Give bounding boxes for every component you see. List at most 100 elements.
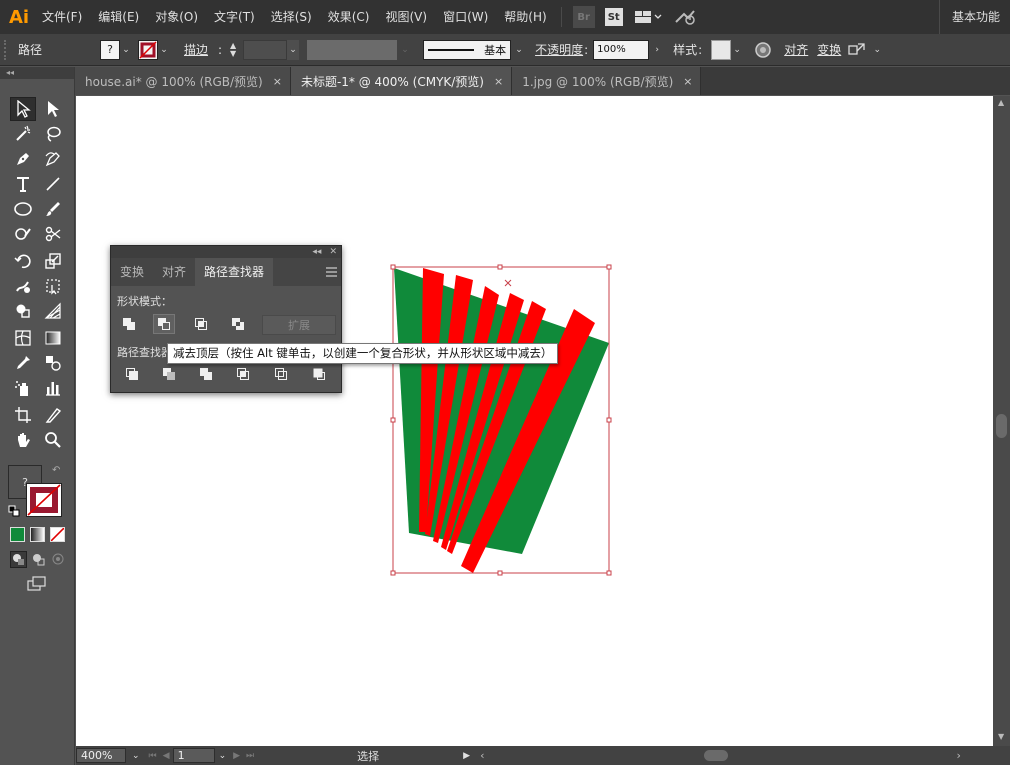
control-bar-grip[interactable] [4, 39, 10, 60]
rotate-tool-icon[interactable] [10, 249, 36, 273]
stroke-weight-dropdown-icon[interactable]: ⌄ [287, 39, 300, 60]
shaper-tool-icon[interactable] [10, 222, 36, 246]
panel-close-icon[interactable]: ✕ [329, 247, 337, 257]
column-graph-tool-icon[interactable] [40, 376, 66, 400]
shape-builder-tool-icon[interactable] [10, 299, 36, 323]
artwork[interactable] [76, 96, 993, 746]
divide-icon[interactable] [121, 364, 143, 384]
menu-select[interactable]: 选择(S) [263, 0, 320, 34]
isolate-object-icon[interactable] [848, 39, 866, 61]
menu-file[interactable]: 文件(F) [34, 0, 90, 34]
artboard-canvas[interactable] [76, 96, 993, 746]
tab-1-jpg[interactable]: 1.jpg @ 100% (RGB/预览) × [512, 67, 702, 95]
blend-tool-icon[interactable] [40, 351, 66, 375]
menu-window[interactable]: 窗口(W) [435, 0, 496, 34]
panel-menu-icon[interactable] [326, 266, 337, 277]
transform-link[interactable]: 变换 [817, 41, 841, 58]
zoom-tool-icon[interactable] [40, 428, 66, 452]
scissors-tool-icon[interactable] [40, 222, 66, 246]
tab-pathfinder[interactable]: 路径查找器 [195, 258, 274, 286]
draw-inside-icon[interactable] [51, 552, 66, 570]
mesh-tool-icon[interactable] [10, 326, 36, 350]
gpu-performance-icon[interactable] [673, 6, 699, 28]
vertical-scrollbar[interactable]: ▲ ▼ [993, 96, 1010, 746]
brush-dropdown-icon[interactable]: ⌄ [513, 45, 525, 55]
symbol-sprayer-tool-icon[interactable] [10, 376, 36, 400]
vertical-scroll-thumb[interactable] [996, 414, 1007, 438]
stroke-weight-input[interactable] [243, 39, 288, 60]
menu-type[interactable]: 文字(T) [206, 0, 263, 34]
ellipse-tool-icon[interactable] [10, 197, 36, 221]
panel-header[interactable]: ◂◂ ✕ [111, 246, 341, 258]
zoom-dropdown-icon[interactable]: ⌄ [132, 751, 140, 761]
close-icon[interactable]: × [683, 75, 692, 88]
warp-tool-icon[interactable] [10, 274, 36, 298]
artboard-number-field[interactable]: 1 [172, 748, 215, 763]
free-transform-tool-icon[interactable] [40, 274, 66, 298]
line-segment-tool-icon[interactable] [40, 172, 66, 196]
artboard-tool-icon[interactable] [10, 403, 36, 427]
recolor-artwork-icon[interactable] [753, 39, 773, 61]
graphic-style-swatch[interactable] [711, 39, 732, 60]
menu-effect[interactable]: 效果(C) [320, 0, 378, 34]
variable-width-profile[interactable] [307, 39, 398, 60]
change-screen-mode-icon[interactable] [26, 575, 48, 596]
perspective-grid-tool-icon[interactable] [40, 299, 66, 323]
panel-collapse-icon[interactable]: ◂◂ [312, 247, 321, 257]
stroke-weight-label[interactable]: 描边 [184, 41, 208, 58]
workspace-label[interactable]: 基本功能 [938, 0, 1010, 34]
draw-normal-icon[interactable] [10, 551, 27, 568]
eyedropper-tool-icon[interactable] [10, 351, 36, 375]
stroke-indicator[interactable] [26, 483, 62, 517]
magic-wand-tool-icon[interactable] [10, 122, 36, 146]
prev-artboard-icon[interactable]: ◀ [163, 751, 170, 761]
fill-dropdown-icon[interactable]: ⌄ [120, 45, 132, 55]
scale-tool-icon[interactable] [40, 249, 66, 273]
bridge-icon[interactable]: Br [572, 6, 595, 28]
opacity-arrow-icon[interactable]: › [651, 45, 663, 55]
tab-transform[interactable]: 变换 [111, 258, 153, 286]
menu-view[interactable]: 视图(V) [377, 0, 435, 34]
outline-icon[interactable] [270, 364, 292, 384]
menu-edit[interactable]: 编辑(E) [90, 0, 147, 34]
tab-label[interactable]: house.ai* @ 100% (RGB/预览) [85, 73, 263, 90]
stroke-swatch[interactable] [138, 39, 159, 60]
expand-button[interactable]: 扩展 [262, 315, 336, 335]
stroke-weight-stepper[interactable]: ▲ ▼ [227, 41, 239, 58]
gradient-tool-icon[interactable] [40, 326, 66, 350]
tools-collapse-icon[interactable]: ◂◂ [0, 67, 74, 79]
stroke-dropdown-icon[interactable]: ⌄ [158, 45, 170, 55]
zoom-field[interactable]: 400% [76, 748, 126, 763]
workspace-switcher[interactable]: 基本功能 [938, 0, 1010, 34]
fill-swatch[interactable]: ? [100, 39, 121, 60]
stepper-down-icon[interactable]: ▼ [230, 49, 236, 58]
profile-dropdown-icon[interactable]: ⌄ [399, 45, 411, 55]
close-icon[interactable]: × [273, 75, 282, 88]
tab-label[interactable]: 1.jpg @ 100% (RGB/预览) [522, 73, 673, 90]
hscroll-left-icon[interactable]: ‹ [480, 749, 484, 762]
merge-icon[interactable] [195, 364, 217, 384]
slice-tool-icon[interactable] [40, 403, 66, 427]
align-link[interactable]: 对齐 [784, 41, 808, 58]
swap-fill-stroke-icon[interactable]: ↶ [52, 465, 60, 476]
opacity-input[interactable]: 100% [593, 39, 650, 60]
hscroll-right-icon[interactable]: › [956, 749, 960, 762]
draw-behind-icon[interactable] [31, 552, 46, 570]
minus-front-icon[interactable] [153, 314, 175, 334]
last-artboard-icon[interactable]: ⏭ [246, 751, 254, 761]
paintbrush-tool-icon[interactable] [40, 197, 66, 221]
tab-house-ai[interactable]: house.ai* @ 100% (RGB/预览) × [75, 67, 291, 95]
arrange-documents-icon[interactable] [633, 6, 663, 28]
next-artboard-icon[interactable]: ▶ [233, 751, 240, 761]
menu-help[interactable]: 帮助(H) [496, 0, 554, 34]
crop-icon[interactable] [232, 364, 254, 384]
default-fill-stroke-icon[interactable] [8, 505, 20, 520]
close-icon[interactable]: × [494, 75, 503, 88]
type-tool-icon[interactable] [10, 172, 36, 196]
control-bar-menu-icon[interactable]: ⌄ [871, 45, 883, 55]
tab-label[interactable]: 未标题-1* @ 400% (CMYK/预览) [301, 73, 484, 90]
artboard-dropdown-icon[interactable]: ⌄ [219, 751, 227, 761]
unite-icon[interactable] [118, 314, 140, 334]
selection-tool-icon[interactable] [10, 97, 36, 121]
exclude-icon[interactable] [227, 314, 249, 334]
